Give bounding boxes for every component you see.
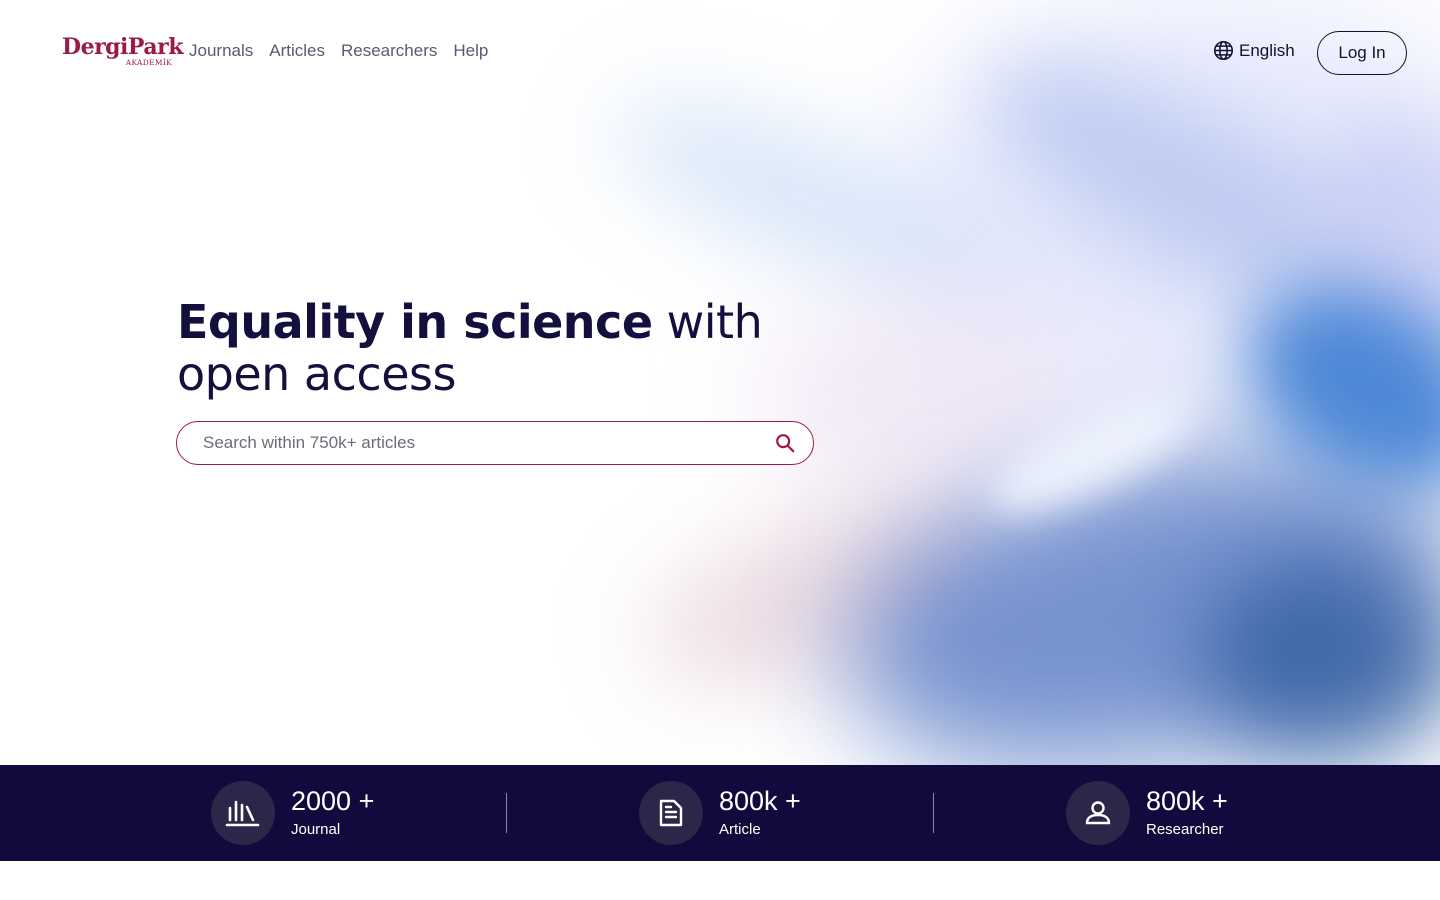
stat-researchers-value: 800k + — [1146, 786, 1228, 816]
stat-articles: 800k + Article — [639, 781, 801, 845]
search-icon[interactable] — [773, 431, 797, 455]
search-bar — [176, 421, 814, 465]
page: DergiPark AKADEMİK Journals Articles Res… — [0, 0, 1440, 900]
language-selector[interactable]: English — [1213, 40, 1295, 61]
main-nav: Journals Articles Researchers Help — [189, 41, 488, 61]
stat-researchers-label: Researcher — [1146, 821, 1224, 838]
library-icon — [211, 781, 275, 845]
top-header: DergiPark AKADEMİK Journals Articles Res… — [0, 0, 1440, 104]
search-input[interactable] — [201, 432, 773, 454]
stat-journals-label: Journal — [291, 821, 341, 838]
language-label: English — [1239, 40, 1295, 60]
dergipark-logo[interactable]: DergiPark AKADEMİK — [62, 34, 183, 68]
logo-wordmark: DergiPark — [62, 34, 183, 60]
hero-title-line2: open access — [177, 347, 456, 401]
logo-subtitle: AKADEMİK — [125, 58, 172, 67]
login-button[interactable]: Log In — [1317, 31, 1407, 75]
stat-articles-value: 800k + — [719, 786, 801, 816]
stats-divider — [506, 793, 507, 833]
stat-journals: 2000 + Journal — [211, 781, 374, 845]
globe-icon — [1213, 40, 1234, 61]
hero-title-rest: with — [652, 295, 763, 349]
stats-bar: 2000 + Journal 800k + Article 800k + Res… — [0, 765, 1440, 861]
stats-divider — [933, 793, 934, 833]
hero-title-strong: Equality in science — [177, 295, 653, 349]
nav-researchers[interactable]: Researchers — [341, 41, 437, 61]
nav-articles[interactable]: Articles — [269, 41, 325, 61]
stat-journals-value: 2000 + — [291, 786, 375, 816]
person-icon — [1066, 781, 1130, 845]
nav-journals[interactable]: Journals — [189, 41, 253, 61]
hero-title: Equality in science with open access — [177, 295, 763, 401]
article-icon — [639, 781, 703, 845]
nav-help[interactable]: Help — [453, 41, 488, 61]
stat-researchers: 800k + Researcher — [1066, 781, 1228, 845]
stat-articles-label: Article — [719, 821, 761, 838]
